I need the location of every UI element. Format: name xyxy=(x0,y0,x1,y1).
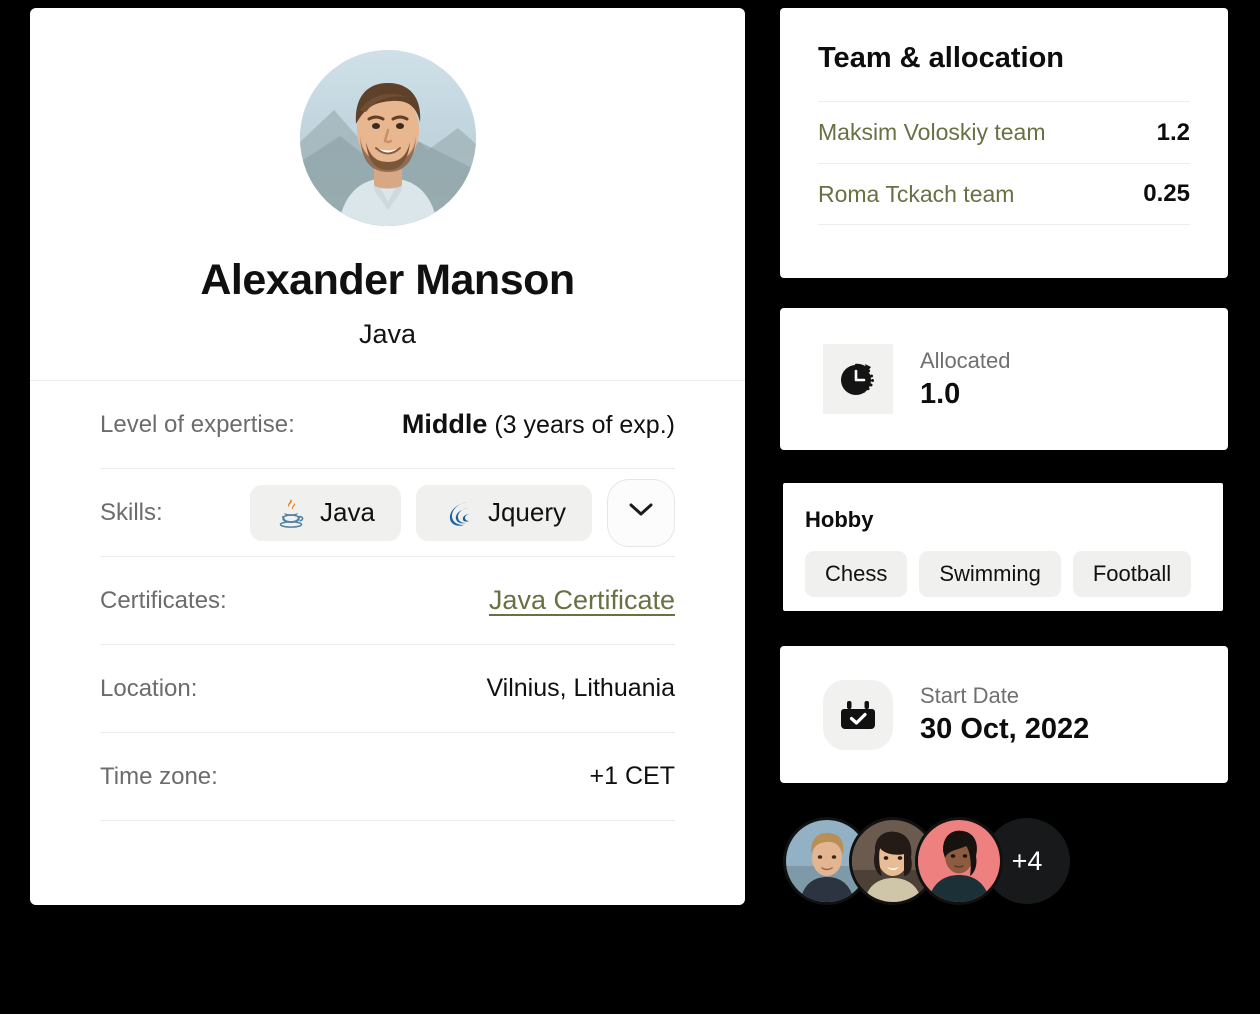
detail-row-timezone: Time zone: +1 CET xyxy=(100,733,675,821)
detail-row-expertise: Level of expertise: Middle (3 years of e… xyxy=(100,381,675,469)
skills-expand-button[interactable] xyxy=(607,478,675,547)
chevron-down-icon xyxy=(628,502,654,523)
location-label: Location: xyxy=(100,674,198,702)
start-date-card: Start Date 30 Oct, 2022 xyxy=(780,646,1228,783)
detail-row-certificates: Certificates: Java Certificate xyxy=(100,557,675,645)
skill-chip-java[interactable]: Java xyxy=(250,484,401,541)
certificates-label: Certificates: xyxy=(100,586,227,614)
skills-list: Java Jquery xyxy=(250,478,675,547)
hobby-title: Hobby xyxy=(805,507,874,532)
allocated-card: Allocated 1.0 xyxy=(780,308,1228,450)
timezone-value: +1 CET xyxy=(589,762,675,790)
location-value: Vilnius, Lithuania xyxy=(486,674,675,702)
detail-row-skills: Skills: Java Jquery xyxy=(100,469,675,557)
allocated-label: Allocated xyxy=(920,347,1011,373)
hobby-chip[interactable]: Chess xyxy=(805,551,908,597)
start-date-text: Start Date 30 Oct, 2022 xyxy=(920,683,1089,746)
allocated-value: 1.0 xyxy=(920,377,961,410)
hobby-chip[interactable]: Football xyxy=(1072,551,1192,597)
hobby-chip-list: Chess Swimming Football xyxy=(805,551,1201,597)
start-date-label: Start Date xyxy=(920,683,1020,708)
expertise-years: (3 years of exp.) xyxy=(494,411,675,439)
team-allocation-title: Team & allocation xyxy=(818,42,1065,74)
skill-label: Jquery xyxy=(487,497,566,527)
certificate-link[interactable]: Java Certificate xyxy=(489,585,675,616)
expertise-value: Middle (3 years of exp.) xyxy=(402,409,675,440)
app-root: Alexander Manson Java Level of expertise… xyxy=(0,0,1260,1014)
avatar xyxy=(299,50,476,226)
hobby-card: Hobby Chess Swimming Football xyxy=(783,483,1223,611)
team-allocation-value: 0.25 xyxy=(1143,180,1190,207)
profile-card: Alexander Manson Java Level of expertise… xyxy=(30,8,745,905)
detail-row-location: Location: Vilnius, Lithuania xyxy=(100,645,675,733)
expertise-label: Level of expertise: xyxy=(100,410,295,438)
team-name[interactable]: Maksim Voloskiy team xyxy=(818,119,1046,146)
start-date-value: 30 Oct, 2022 xyxy=(920,713,1090,745)
profile-name: Alexander Manson xyxy=(200,256,575,304)
expertise-level: Middle xyxy=(401,409,488,439)
team-name[interactable]: Roma Tckach team xyxy=(818,181,1014,208)
calendar-check-icon xyxy=(823,679,893,750)
team-row[interactable]: Maksim Voloskiy team 1.2 xyxy=(818,101,1190,163)
hobby-chip[interactable]: Swimming xyxy=(919,551,1061,597)
skill-chip-jquery[interactable]: Jquery xyxy=(415,484,592,541)
avatar[interactable] xyxy=(918,820,1000,902)
allocated-text: Allocated 1.0 xyxy=(920,348,1011,411)
profile-role: Java xyxy=(358,319,417,349)
profile-header: Alexander Manson Java xyxy=(30,8,745,381)
java-icon xyxy=(276,497,306,529)
team-allocation-card: Team & allocation Maksim Voloskiy team 1… xyxy=(780,8,1228,278)
team-allocation-value: 1.2 xyxy=(1156,118,1190,146)
timezone-label: Time zone: xyxy=(100,762,218,790)
clock-icon xyxy=(823,344,893,414)
jquery-icon xyxy=(442,497,474,529)
skill-label: Java xyxy=(320,497,375,527)
member-avatar-group: +4 xyxy=(786,818,1070,904)
skills-label: Skills: xyxy=(100,498,163,526)
team-row[interactable]: Roma Tckach team 0.25 xyxy=(818,163,1190,225)
profile-details: Level of expertise: Middle (3 years of e… xyxy=(30,381,745,821)
